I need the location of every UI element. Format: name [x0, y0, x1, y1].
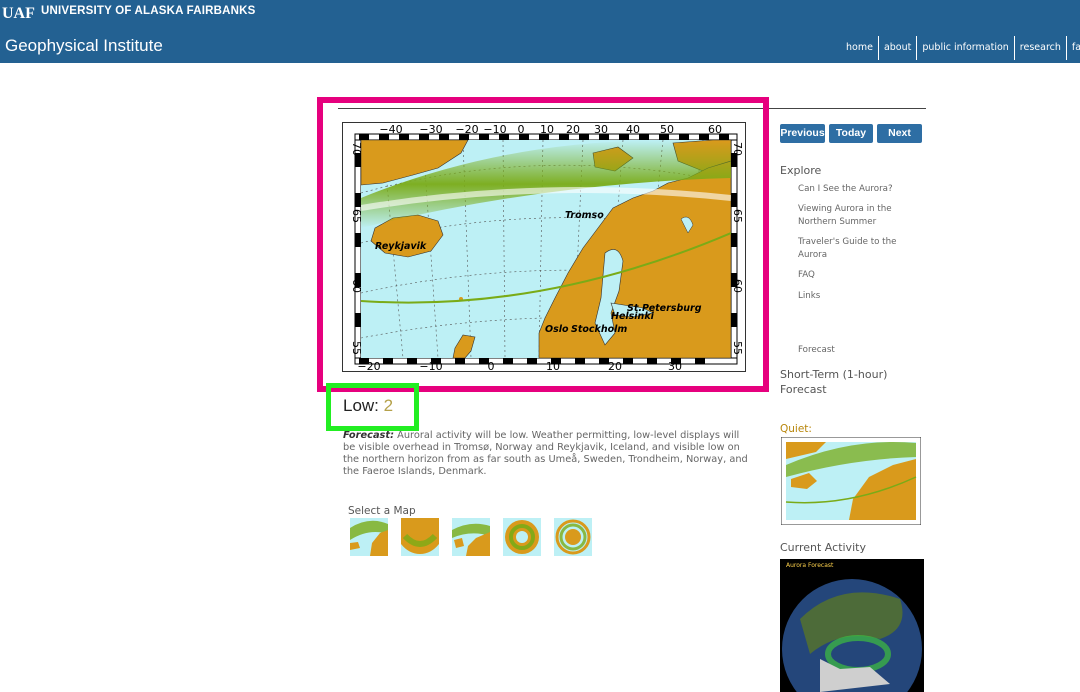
sidebar-link-northern-summer[interactable]: Viewing Aurora in the Northern Summer	[798, 203, 908, 229]
explore-heading: Explore	[780, 164, 822, 177]
map-thumb-europe[interactable]	[350, 518, 388, 556]
previous-button[interactable]: Previous	[780, 124, 825, 143]
nav-facilities[interactable]: facilit	[1065, 36, 1080, 60]
university-name[interactable]: UNIVERSITY OF ALASKA FAIRBANKS	[41, 5, 256, 17]
sidebar-link-can-i-see[interactable]: Can I See the Aurora?	[798, 183, 918, 196]
site-title[interactable]: Geophysical Institute	[5, 36, 163, 56]
today-button[interactable]: Today	[829, 124, 873, 143]
map-thumb-north-pole[interactable]	[503, 518, 541, 556]
svg-text:UAF: UAF	[2, 5, 35, 21]
short-term-forecast-link[interactable]: Short-Term (1-hour) Forecast	[780, 367, 910, 397]
map-thumb-south-pole[interactable]	[554, 518, 592, 556]
current-activity-image[interactable]: Aurora Forecast	[780, 559, 924, 692]
sidebar-link-forecast[interactable]: Forecast	[798, 344, 918, 357]
quiet-label: Quiet:	[780, 423, 812, 435]
nav-about[interactable]: about	[877, 36, 916, 60]
forecast-text: Forecast: Auroral activity will be low. …	[343, 430, 748, 478]
nav-public-information[interactable]: public information	[916, 36, 1013, 60]
forecast-body: Auroral activity will be low. Weather pe…	[343, 430, 748, 477]
nav-research[interactable]: research	[1013, 36, 1066, 60]
current-activity-title: Aurora Forecast	[786, 562, 834, 569]
sidebar-link-travelers-guide[interactable]: Traveler's Guide to the Aurora	[798, 236, 908, 262]
sidebar-link-faq[interactable]: FAQ	[798, 269, 918, 282]
map-thumbnails	[350, 518, 605, 556]
next-button[interactable]: Next	[877, 124, 922, 143]
map-thumb-north-america[interactable]	[401, 518, 439, 556]
uaf-logo-icon[interactable]: UAF	[2, 3, 36, 21]
map-thumb-scandinavia[interactable]	[452, 518, 490, 556]
nav-home[interactable]: home	[841, 36, 878, 60]
quiet-map-thumbnail[interactable]	[781, 437, 921, 525]
forecast-label: Forecast:	[343, 430, 394, 441]
site-header: UAF UNIVERSITY OF ALASKA FAIRBANKS Geoph…	[0, 0, 1080, 63]
map-highlight-box	[317, 97, 769, 392]
current-activity-heading: Current Activity	[780, 541, 866, 554]
main-nav: home about public information research f…	[841, 36, 1080, 60]
sidebar-link-links[interactable]: Links	[798, 290, 918, 303]
select-map-label: Select a Map	[348, 505, 416, 517]
activity-highlight-box	[326, 383, 419, 431]
